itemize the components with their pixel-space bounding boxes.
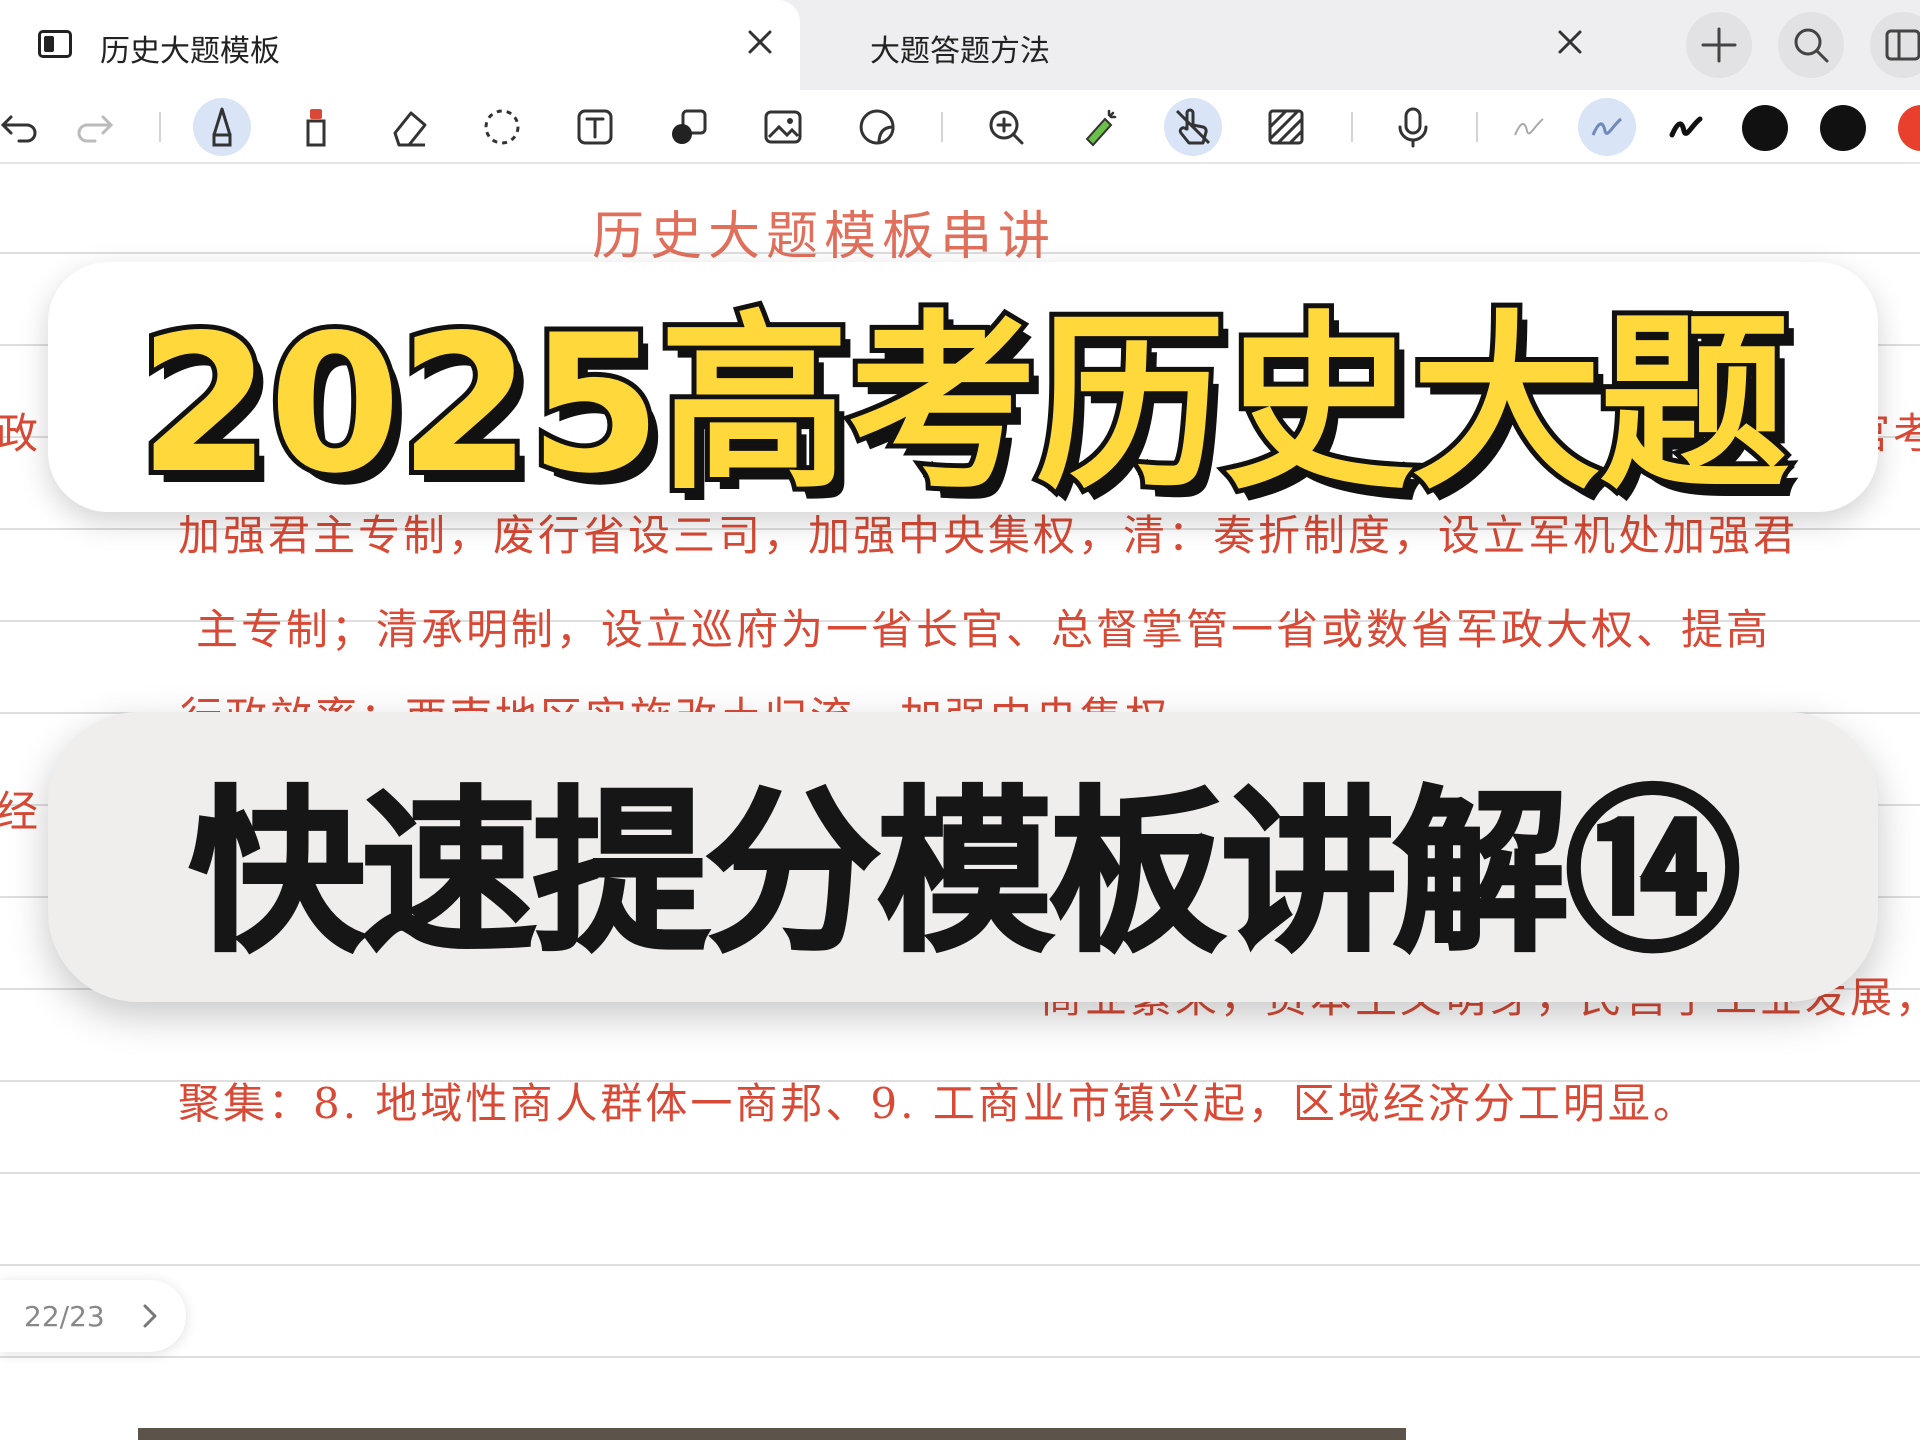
note-margin-econ: 经: [0, 787, 42, 836]
divider: [941, 112, 943, 142]
stroke-thin-button[interactable]: [1500, 98, 1558, 156]
new-tab-button[interactable]: [1686, 12, 1752, 78]
text-tool-button[interactable]: [566, 98, 624, 156]
eraser-tool-button[interactable]: [380, 98, 438, 156]
color-swatch-black-1[interactable]: [1742, 105, 1788, 151]
drawing-toolbar: [0, 90, 1920, 164]
zoom-tool-button[interactable]: [977, 98, 1035, 156]
close-icon[interactable]: [1550, 22, 1590, 62]
thin-stroke-icon: [1514, 118, 1544, 136]
divider: [1476, 112, 1478, 142]
close-icon[interactable]: [740, 22, 780, 62]
subtitle-banner: 快速提分模板讲解⑭: [48, 712, 1878, 1002]
ruled-line: [0, 1264, 1920, 1266]
search-button[interactable]: [1778, 12, 1844, 78]
sidebar-button[interactable]: [1870, 12, 1920, 78]
shapes-icon: [672, 109, 707, 144]
page-number: 22/23: [24, 1299, 105, 1333]
sticker-icon: [859, 109, 895, 145]
sidebar-icon: [1885, 29, 1920, 61]
undo-icon: [0, 115, 37, 143]
headline-banner: 2025高考历史大题: [48, 262, 1878, 520]
lasso-icon: [484, 109, 520, 145]
pattern-button[interactable]: [1257, 98, 1315, 156]
highlighter-icon: [306, 109, 326, 147]
note-line-2: 主专制；清承明制，设立巡府为一省长官、总督掌管一省或数省军政大权、提高: [196, 605, 1772, 654]
tab-history-template[interactable]: 历史大题模板: [0, 0, 800, 90]
touch-draw-button[interactable]: [1164, 98, 1222, 156]
tab-bar: 历史大题模板 大题答题方法: [0, 0, 1920, 90]
thick-stroke-icon: [1669, 116, 1703, 138]
notebook-icon: [38, 30, 72, 58]
search-icon: [1794, 28, 1829, 63]
tab-answer-methods[interactable]: 大题答题方法: [820, 0, 1610, 90]
laser-pointer-button[interactable]: [1070, 98, 1128, 156]
laser-pointer-icon: [1085, 109, 1117, 147]
voice-record-button[interactable]: [1384, 98, 1442, 156]
touch-draw-icon: [1175, 108, 1211, 145]
page-indicator[interactable]: 22/23: [0, 1280, 186, 1352]
pen-tool-button[interactable]: [193, 98, 251, 156]
redo-button[interactable]: [66, 98, 124, 156]
highlighter-tool-button[interactable]: [287, 98, 345, 156]
image-tool-button[interactable]: [754, 98, 812, 156]
chevron-right-icon[interactable]: [136, 1302, 164, 1330]
divider: [1351, 112, 1353, 142]
lasso-tool-button[interactable]: [473, 98, 531, 156]
color-swatch-black-2[interactable]: [1820, 105, 1866, 151]
undo-button[interactable]: [0, 98, 48, 156]
tab-label: 大题答题方法: [870, 34, 1050, 69]
image-icon: [764, 110, 802, 144]
next-page-preview: [138, 1428, 1406, 1440]
plus-icon: [1701, 27, 1737, 63]
stroke-thick-button[interactable]: [1657, 98, 1715, 156]
redo-icon: [77, 115, 114, 143]
shapes-tool-button[interactable]: [660, 98, 718, 156]
sticker-tool-button[interactable]: [848, 98, 906, 156]
ruled-line: [0, 1356, 1920, 1358]
ruled-line: [0, 1172, 1920, 1174]
medium-stroke-icon: [1591, 117, 1622, 136]
zoom-icon: [989, 110, 1024, 145]
note-margin-gov: 政: [0, 409, 42, 458]
stroke-medium-button[interactable]: [1578, 98, 1636, 156]
headline-text: 2025高考历史大题: [134, 289, 1795, 520]
text-icon: [577, 109, 613, 145]
tab-label: 历史大题模板: [100, 34, 280, 69]
subtitle-text: 快速提分模板讲解⑭: [187, 769, 1742, 977]
pattern-icon: [1268, 109, 1304, 145]
eraser-icon: [393, 111, 427, 147]
pen-icon: [212, 107, 232, 147]
microphone-icon: [1398, 107, 1428, 148]
note-line-5: 聚集：8. 地域性商人群体一商邦、9. 工商业市镇兴起，区域经济分工明显。: [178, 1079, 1698, 1128]
divider: [159, 112, 161, 142]
